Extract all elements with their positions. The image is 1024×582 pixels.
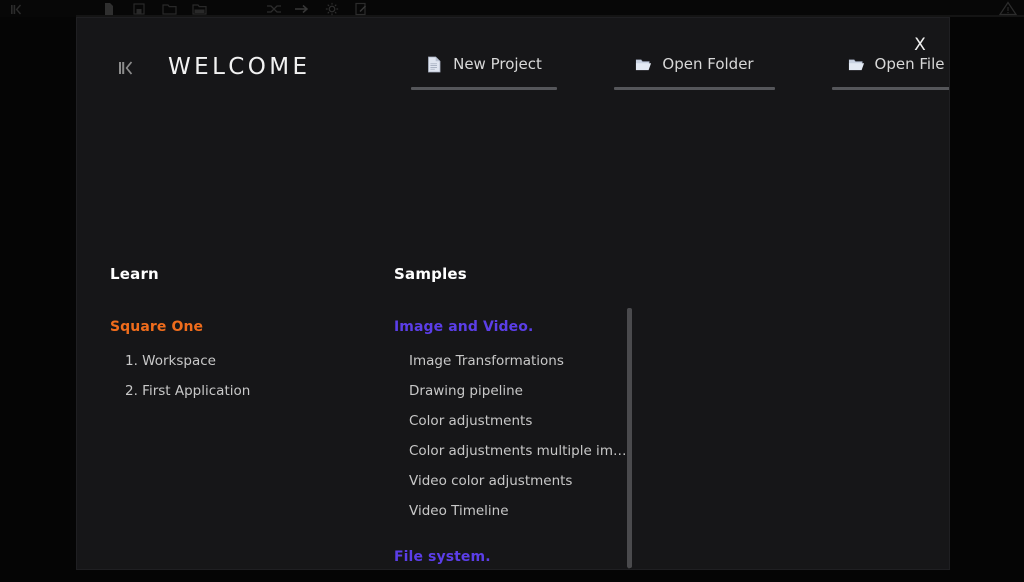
samples-scrollbar-thumb[interactable] <box>627 308 632 568</box>
list-item[interactable]: Video Timeline <box>394 496 630 526</box>
collapse-left-icon[interactable] <box>117 58 135 78</box>
header-actions: New Project Open Folder Open File <box>411 51 949 90</box>
close-button[interactable]: X <box>907 32 933 58</box>
gear-icon[interactable] <box>324 2 340 16</box>
new-file-icon <box>426 56 443 73</box>
arrow-right-icon[interactable] <box>294 2 310 16</box>
list-item[interactable]: Drawing pipeline <box>394 376 630 406</box>
open-folder-icon <box>635 56 652 73</box>
learn-group-title[interactable]: Square One <box>110 319 360 335</box>
open-folder-row: Open Folder <box>635 51 754 77</box>
samples-title: Samples <box>394 265 467 283</box>
welcome-header: WELCOME New Project Open Folder Open Fil… <box>77 18 949 114</box>
learn-column: Learn Square One 1. Workspace 2. First A… <box>110 265 360 406</box>
list-item[interactable]: 1. Workspace <box>110 346 360 376</box>
new-project-underline <box>411 87 557 90</box>
samples-column: Samples Image and Video. Image Transform… <box>394 265 630 569</box>
page-title: WELCOME <box>168 54 311 80</box>
folder-icon[interactable] <box>192 2 208 16</box>
samples-group-title[interactable]: File system. <box>394 549 630 565</box>
shuffle-icon[interactable] <box>266 2 282 16</box>
export-icon[interactable] <box>354 2 370 16</box>
open-folder-icon <box>848 56 865 73</box>
application-window: WELCOME New Project Open Folder Open Fil… <box>0 0 1024 582</box>
open-folder-button[interactable]: Open Folder <box>614 51 775 90</box>
background-toolbar <box>0 0 1024 17</box>
welcome-body: Learn Square One 1. Workspace 2. First A… <box>77 114 949 569</box>
collapse-left-icon[interactable] <box>8 2 24 16</box>
new-project-row: New Project <box>426 51 542 77</box>
samples-group-title[interactable]: Image and Video. <box>394 319 630 335</box>
list-item[interactable]: 2. First Application <box>110 376 360 406</box>
list-item[interactable]: Video color adjustments <box>394 466 630 496</box>
list-item[interactable]: Color adjustments <box>394 406 630 436</box>
warning-triangle-icon[interactable] <box>998 1 1018 16</box>
samples-group-file-system: File system. Reading files File explorer <box>394 549 630 569</box>
new-file-icon[interactable] <box>102 2 118 16</box>
welcome-dialog: WELCOME New Project Open Folder Open Fil… <box>76 17 950 570</box>
learn-title: Learn <box>110 265 159 283</box>
new-project-button[interactable]: New Project <box>411 51 557 90</box>
learn-group: Square One 1. Workspace 2. First Applica… <box>110 319 360 406</box>
new-project-label: New Project <box>453 55 542 73</box>
open-folder-label: Open Folder <box>662 55 754 73</box>
list-item[interactable]: Color adjustments multiple imag... <box>394 436 630 466</box>
list-item[interactable]: Image Transformations <box>394 346 630 376</box>
samples-group-image-video: Image and Video. Image Transformations D… <box>394 319 630 526</box>
open-file-underline <box>832 87 949 90</box>
save-icon[interactable] <box>132 2 148 16</box>
open-folder-icon[interactable] <box>162 2 178 16</box>
open-folder-underline <box>614 87 775 90</box>
